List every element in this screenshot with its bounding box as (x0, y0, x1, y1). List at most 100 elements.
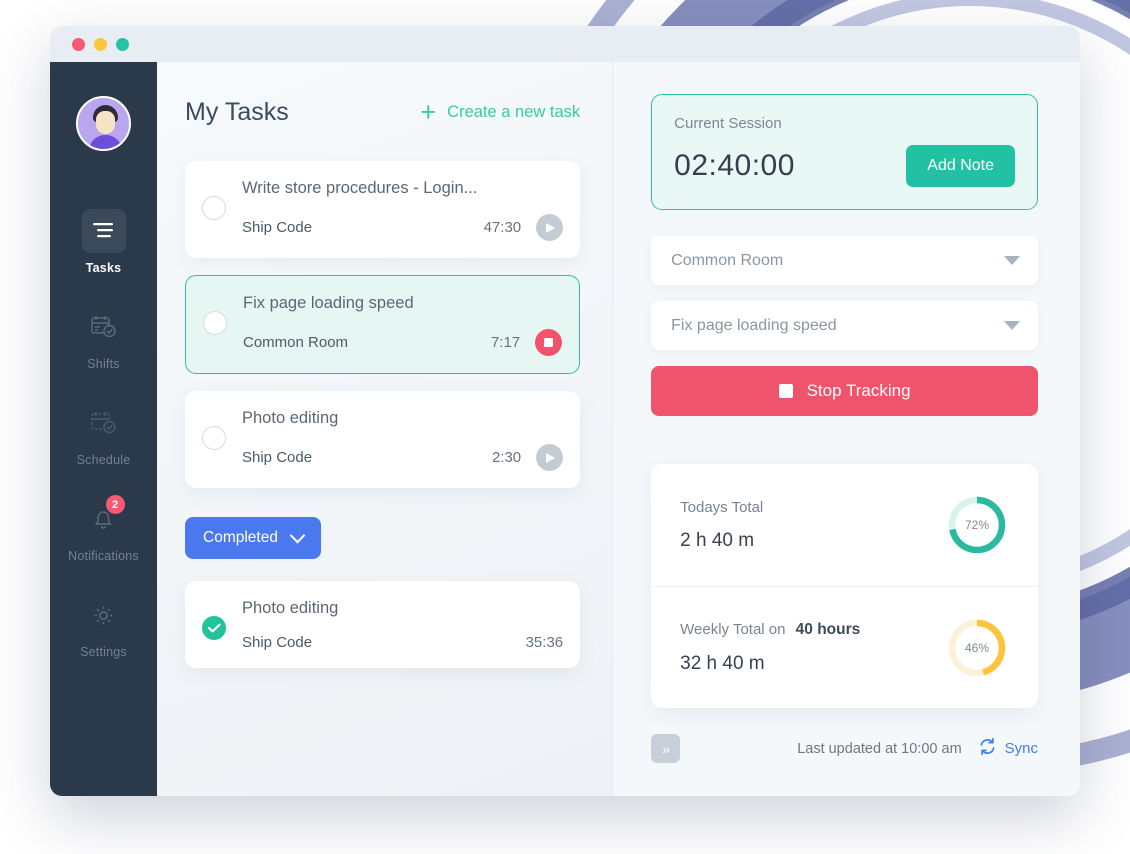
add-note-button[interactable]: Add Note (906, 145, 1016, 187)
task-content: Fix page loading speed Common Room 7:17 (243, 294, 563, 356)
task-checkbox[interactable] (203, 311, 227, 335)
weekly-total-label-text: Weekly Total on (680, 620, 786, 638)
current-session-card: Current Session 02:40:00 Add Note (651, 94, 1039, 210)
sidebar-item-settings[interactable]: Settings (50, 593, 157, 659)
todays-total-row: Todays Total 2 h 40 m 72% (651, 464, 1038, 586)
task-time: 2:30 (491, 449, 522, 466)
weekly-total-text: Weekly Total on 40 hours 32 h 40 m (680, 621, 860, 675)
gear-icon (82, 593, 126, 637)
task-row[interactable]: Fix page loading speed Common Room 7:17 (185, 275, 581, 374)
session-timer: 02:40:00 (674, 149, 795, 182)
task-meta: Ship Code 2:30 (242, 444, 564, 471)
sync-button[interactable]: Sync (978, 737, 1038, 761)
sidebar-item-shifts[interactable]: Shifts (50, 305, 157, 371)
window-body: Tasks Shifts Schedule 2 Notifications Se… (50, 62, 1080, 796)
sidebar-item-label: Schedule (76, 453, 131, 467)
panel-footer: » Last updated at 10:00 am Sync (651, 734, 1038, 763)
todays-total-label-text: Todays Total (680, 498, 764, 516)
window-titlebar (50, 26, 1080, 62)
page-title: My Tasks (185, 98, 289, 126)
task-row[interactable]: Photo editing Ship Code 2:30 (185, 391, 581, 488)
maximize-window-button[interactable] (116, 37, 129, 51)
create-task-label: Create a new task (447, 103, 581, 121)
sidebar-item-notifications[interactable]: 2 Notifications (50, 495, 157, 563)
weekly-total-label: Weekly Total on 40 hours (680, 621, 860, 639)
tasks-panel: My Tasks + Create a new task Write store… (157, 62, 614, 796)
stop-icon[interactable] (535, 329, 563, 356)
todays-total-text: Todays Total 2 h 40 m (680, 499, 763, 552)
completed-label: Completed (203, 529, 278, 546)
task-checkbox[interactable] (202, 196, 226, 220)
play-icon[interactable] (536, 444, 564, 471)
todays-total-percent: 72% (965, 518, 990, 532)
task-controls: 47:30 (484, 214, 564, 241)
completed-filter-button[interactable]: Completed (185, 517, 321, 559)
bell-icon: 2 (82, 495, 126, 541)
sidebar-item-label: Notifications (68, 549, 139, 563)
task-title: Photo editing (242, 409, 339, 427)
app-window: Tasks Shifts Schedule 2 Notifications Se… (50, 26, 1080, 796)
play-icon[interactable] (536, 214, 564, 241)
totals-card: Todays Total 2 h 40 m 72% Weekly Total o… (651, 464, 1039, 708)
task-time: 7:17 (490, 334, 521, 351)
task-controls: 7:17 (490, 329, 563, 356)
todays-total-value: 2 h 40 m (680, 529, 755, 551)
weekly-total-donut: 46% (946, 617, 1008, 679)
stop-tracking-label: Stop Tracking (806, 381, 911, 400)
sidebar-item-tasks[interactable]: Tasks (50, 209, 157, 275)
tasks-icon (81, 209, 126, 253)
collapse-panel-button[interactable]: » (651, 734, 681, 763)
notifications-badge: 2 (105, 495, 125, 514)
task-title: Fix page loading speed (243, 294, 414, 312)
task-controls: 35:36 (526, 634, 564, 651)
task-meta: Ship Code 35:36 (242, 634, 563, 651)
todays-total-label: Todays Total (680, 499, 763, 516)
room-select[interactable]: Common Room (651, 236, 1039, 285)
sidebar-item-label: Tasks (85, 261, 122, 275)
close-window-button[interactable] (72, 37, 85, 51)
task-time: 35:36 (525, 634, 564, 651)
task-checkbox[interactable] (202, 426, 226, 450)
task-row[interactable]: Write store procedures - Login... Ship C… (185, 161, 581, 258)
last-updated-text: Last updated at 10:00 am (797, 740, 962, 757)
chevron-down-icon (1004, 321, 1021, 330)
avatar-body (89, 135, 122, 149)
task-time: 47:30 (483, 219, 522, 236)
sync-icon (978, 737, 997, 761)
weekly-total-percent: 46% (965, 640, 990, 655)
footer-right: Last updated at 10:00 am Sync (797, 737, 1038, 761)
avatar[interactable] (76, 96, 131, 151)
plus-icon: + (420, 97, 437, 127)
sidebar-nav: Tasks Shifts Schedule 2 Notifications Se… (50, 209, 157, 689)
schedule-icon (82, 401, 126, 445)
sidebar-item-label: Settings (80, 645, 127, 659)
task-project: Ship Code (242, 219, 313, 236)
create-task-button[interactable]: + Create a new task (420, 99, 580, 126)
minimize-window-button[interactable] (94, 37, 107, 51)
chevron-down-icon (289, 527, 306, 543)
task-project: Ship Code (242, 449, 313, 466)
sync-label: Sync (1004, 740, 1039, 757)
task-row[interactable]: Photo editing Ship Code 35:36 (185, 581, 581, 668)
weekly-total-row: Weekly Total on 40 hours 32 h 40 m 46% (651, 586, 1039, 708)
avatar-face (96, 111, 115, 134)
session-row: 02:40:00 Add Note (674, 145, 1016, 187)
room-select-value: Common Room (671, 251, 784, 269)
weekly-total-hours: 40 hours (795, 620, 861, 638)
task-title: Photo editing (242, 599, 339, 617)
task-controls: 2:30 (491, 444, 564, 471)
task-title: Write store procedures - Login... (242, 179, 478, 197)
sidebar-item-schedule[interactable]: Schedule (50, 401, 157, 467)
task-content: Photo editing Ship Code 2:30 (242, 409, 564, 471)
task-select-value: Fix page loading speed (671, 316, 837, 334)
task-project: Common Room (243, 334, 349, 351)
stop-tracking-button[interactable]: Stop Tracking (651, 366, 1039, 416)
stop-square-icon (778, 384, 793, 398)
sidebar-item-label: Shifts (87, 357, 120, 371)
chevron-down-icon (1004, 256, 1021, 265)
task-content: Write store procedures - Login... Ship C… (242, 179, 564, 241)
task-checkbox-checked[interactable] (202, 616, 226, 640)
task-select[interactable]: Fix page loading speed (651, 301, 1039, 350)
tracker-panel: Current Session 02:40:00 Add Note Common… (613, 62, 1080, 796)
tasks-header: My Tasks + Create a new task (185, 98, 580, 127)
